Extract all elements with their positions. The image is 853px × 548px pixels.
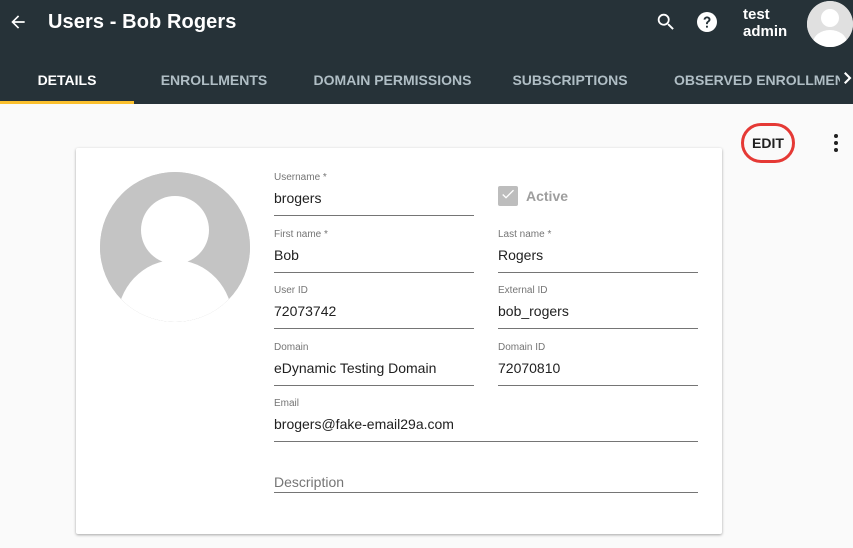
domain-label: Domain — [274, 342, 309, 353]
domain-id-field[interactable]: Domain ID 72070810 — [498, 342, 698, 386]
description-placeholder: Description — [274, 474, 345, 490]
search-icon — [655, 11, 677, 38]
first-name-label: First name * — [274, 229, 328, 240]
person-icon — [100, 172, 250, 322]
page-title: Users - Bob Rogers — [48, 11, 237, 33]
first-name-value: Bob — [274, 247, 299, 263]
external-id-value: bob_rogers — [498, 303, 569, 319]
chevron-right-icon — [844, 71, 852, 89]
tab-enrollments[interactable]: ENROLLMENTS — [146, 56, 282, 104]
last-name-value: Rogers — [498, 247, 544, 263]
help-icon — [695, 10, 719, 39]
domain-id-value: 72070810 — [498, 360, 561, 376]
external-id-label: External ID — [498, 285, 548, 296]
tab-bar: DETAILS ENROLLMENTS DOMAIN PERMISSIONS S… — [0, 56, 853, 104]
tab-subscriptions[interactable]: SUBSCRIPTIONS — [500, 56, 640, 104]
active-label: Active — [526, 188, 569, 204]
app-bar: Users - Bob Rogers test admin DETAILS EN… — [0, 0, 853, 104]
last-name-field[interactable]: Last name * Rogers — [498, 229, 698, 273]
email-field[interactable]: Email brogers@fake-email29a.com — [274, 398, 698, 442]
account-icon — [807, 1, 853, 47]
user-id-label: User ID — [274, 285, 308, 296]
user-details-card: Username * brogers Active First name * B… — [76, 148, 722, 534]
username-value: brogers — [274, 190, 322, 206]
email-value: brogers@fake-email29a.com — [274, 416, 454, 432]
help-button[interactable] — [693, 10, 721, 38]
more-options-button[interactable] — [826, 132, 846, 158]
last-name-label: Last name * — [498, 229, 552, 240]
search-button[interactable] — [652, 10, 680, 38]
account-avatar[interactable] — [807, 1, 853, 47]
profile-avatar — [100, 172, 250, 322]
username-field[interactable]: Username * brogers — [274, 172, 474, 216]
email-label: Email — [274, 398, 300, 409]
more-vert-icon — [833, 133, 839, 158]
back-button[interactable] — [4, 6, 32, 42]
user-id-value: 72073742 — [274, 303, 337, 319]
tab-observed-enrollments[interactable]: OBSERVED ENROLLMENTS — [674, 56, 840, 104]
user-name-line1: test — [743, 6, 770, 23]
external-id-field[interactable]: External ID bob_rogers — [498, 285, 698, 329]
user-name: test admin — [743, 6, 787, 40]
tab-scroll-button[interactable] — [843, 56, 853, 104]
tab-domain-permissions[interactable]: DOMAIN PERMISSIONS — [300, 56, 485, 104]
check-icon — [500, 186, 516, 207]
user-id-field[interactable]: User ID 72073742 — [274, 285, 474, 329]
first-name-field[interactable]: First name * Bob — [274, 229, 474, 273]
domain-id-label: Domain ID — [498, 342, 546, 353]
domain-field[interactable]: Domain eDynamic Testing Domain — [274, 342, 474, 386]
domain-value: eDynamic Testing Domain — [274, 360, 437, 376]
username-label: Username * — [274, 172, 327, 183]
arrow-back-icon — [8, 12, 28, 37]
active-checkbox[interactable] — [498, 186, 518, 206]
tab-details[interactable]: DETAILS — [0, 56, 134, 104]
user-name-line2: admin — [743, 23, 788, 40]
description-field[interactable]: Description — [274, 449, 698, 493]
edit-button[interactable]: EDIT — [741, 123, 795, 163]
